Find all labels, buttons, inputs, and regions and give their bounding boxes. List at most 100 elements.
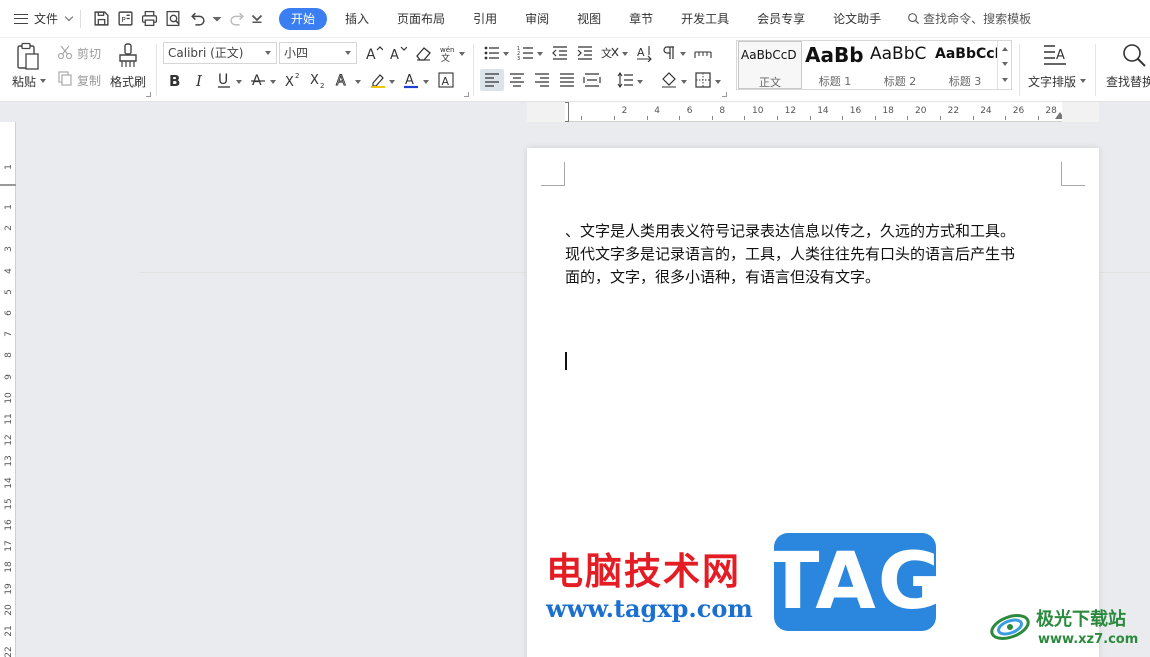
strikethrough-dropdown-arrow[interactable]: [270, 80, 276, 84]
text-layout-dropdown-arrow[interactable]: [1080, 79, 1086, 83]
tab-thesis-assistant[interactable]: 论文助手: [819, 8, 895, 30]
text-direction-button[interactable]: A: [635, 44, 653, 62]
font-dialog-launcher[interactable]: [464, 92, 469, 97]
style-heading-1-name: 标题 1: [818, 75, 852, 88]
text-effect-button[interactable]: A: [335, 71, 351, 89]
horizontal-ruler[interactable]: 224681012141618202224262830: [527, 102, 1099, 122]
ruler-tick: [907, 116, 909, 120]
bullets-dropdown-arrow[interactable]: [503, 52, 509, 56]
distribute-button[interactable]: [583, 71, 601, 89]
tab-stops-button[interactable]: [694, 44, 712, 62]
style-heading-2[interactable]: AaBbC 标题 2: [868, 41, 932, 89]
numbering-button[interactable]: 123: [517, 44, 535, 62]
command-search[interactable]: 查找命令、搜索模板: [907, 10, 1031, 27]
save-button[interactable]: [91, 8, 111, 30]
tab-references[interactable]: 引用: [459, 8, 511, 30]
undo-dropdown[interactable]: [211, 8, 223, 30]
ruler-number: 14: [4, 476, 14, 489]
align-right-button[interactable]: [533, 71, 551, 89]
chinese-layout-button[interactable]: 文: [600, 44, 620, 62]
ribbon-divider: [473, 44, 474, 96]
ruler-number: 20: [4, 604, 14, 616]
borders-button[interactable]: [694, 71, 712, 89]
print-preview-button[interactable]: [163, 8, 183, 30]
font-color-dropdown-arrow[interactable]: [423, 80, 429, 84]
underline-dropdown-arrow[interactable]: [236, 80, 242, 84]
chinese-layout-dropdown-arrow[interactable]: [622, 52, 628, 56]
font-name-select[interactable]: Calibri (正文): [163, 42, 277, 64]
tab-insert[interactable]: 插入: [331, 8, 383, 30]
bullets-button[interactable]: [483, 44, 501, 62]
expand-gallery-icon[interactable]: [1002, 78, 1008, 82]
tab-chapter[interactable]: 章节: [615, 8, 667, 30]
style-heading-1-sample: AaBb: [805, 43, 864, 67]
style-heading-3[interactable]: AaBbCcI 标题 3: [933, 41, 997, 89]
copy-button[interactable]: [57, 70, 73, 86]
style-heading-2-sample: AaBbC: [870, 44, 927, 64]
clipboard-dialog-launcher[interactable]: [146, 92, 151, 97]
text-effect-dropdown-arrow[interactable]: [355, 80, 361, 84]
phonetic-dropdown-arrow[interactable]: [459, 52, 465, 56]
vertical-ruler[interactable]: 1 1 2 3 4 5 6 7 8 9 10 11 12 13 14 15 16 17 18 19 20 21 22: [0, 122, 16, 657]
superscript-button[interactable]: X2: [284, 71, 302, 89]
style-gallery-scroll[interactable]: [997, 41, 1011, 89]
clear-format-button[interactable]: [414, 44, 432, 62]
highlight-dropdown-arrow[interactable]: [389, 80, 395, 84]
ruler-number: 18: [4, 561, 14, 574]
document-body[interactable]: 、文字是人类用表义符号记录表达信息以传之，久远的方式和工具。 现代文字多是记录语…: [565, 220, 1065, 289]
strikethrough-button[interactable]: A: [250, 71, 266, 89]
shading-button[interactable]: [660, 71, 678, 89]
underline-button[interactable]: U: [216, 71, 232, 89]
format-painter-button[interactable]: [116, 42, 140, 70]
cut-button[interactable]: [57, 44, 73, 60]
align-left-button[interactable]: [480, 69, 504, 91]
scroll-down-icon[interactable]: [1002, 62, 1008, 66]
redo-button[interactable]: [227, 8, 247, 30]
align-center-button[interactable]: [508, 71, 526, 89]
character-border-button[interactable]: A: [437, 71, 455, 89]
subscript-button[interactable]: X2: [309, 71, 327, 89]
phonetic-guide-button[interactable]: wén 文: [438, 44, 456, 62]
grow-font-button[interactable]: A: [365, 44, 383, 62]
paragraph-dialog-launcher[interactable]: [722, 92, 727, 97]
format-painter-icon: [119, 43, 137, 67]
ruler-tick: [1037, 116, 1039, 120]
decrease-indent-button[interactable]: [551, 44, 569, 62]
tab-member[interactable]: 会员专享: [743, 8, 819, 30]
tab-home[interactable]: 开始: [279, 7, 328, 30]
line-spacing-button[interactable]: [616, 71, 634, 89]
borders-dropdown-arrow[interactable]: [715, 80, 721, 84]
scroll-up-icon[interactable]: [1002, 47, 1008, 51]
numbering-dropdown-arrow[interactable]: [537, 52, 543, 56]
tab-review[interactable]: 审阅: [511, 8, 563, 30]
highlight-button[interactable]: [369, 71, 387, 89]
print-button[interactable]: [139, 8, 159, 30]
paste-button[interactable]: [14, 42, 42, 72]
undo-button[interactable]: [187, 8, 207, 30]
show-marks-dropdown-arrow[interactable]: [680, 52, 686, 56]
increase-indent-button[interactable]: [576, 44, 594, 62]
tab-developer[interactable]: 开发工具: [667, 8, 743, 30]
text-layout-button[interactable]: A: [1042, 42, 1068, 70]
bold-icon: B: [169, 72, 180, 89]
quick-access-more[interactable]: [251, 8, 263, 30]
tab-view[interactable]: 视图: [563, 8, 615, 30]
style-normal[interactable]: AaBbCcD 正文: [738, 41, 802, 89]
line-spacing-dropdown-arrow[interactable]: [637, 80, 643, 84]
show-marks-button[interactable]: [660, 44, 678, 62]
font-color-button[interactable]: A: [403, 71, 419, 89]
paste-dropdown-arrow[interactable]: [40, 79, 46, 83]
file-menu[interactable]: 文件: [14, 7, 74, 31]
find-replace-button[interactable]: [1121, 42, 1147, 70]
export-pdf-button[interactable]: P: [115, 8, 135, 30]
shading-dropdown-arrow[interactable]: [681, 80, 687, 84]
bold-button[interactable]: B: [167, 71, 183, 89]
justify-button[interactable]: [558, 71, 576, 89]
style-heading-1[interactable]: AaBb 标题 1: [803, 41, 867, 89]
ruler-tick: [809, 116, 811, 120]
tab-page-layout[interactable]: 页面布局: [383, 8, 459, 30]
font-size-select[interactable]: 小四: [279, 42, 357, 64]
shrink-font-button[interactable]: A: [389, 44, 407, 62]
italic-button[interactable]: I: [192, 71, 208, 89]
export-pdf-icon: P: [117, 11, 133, 26]
